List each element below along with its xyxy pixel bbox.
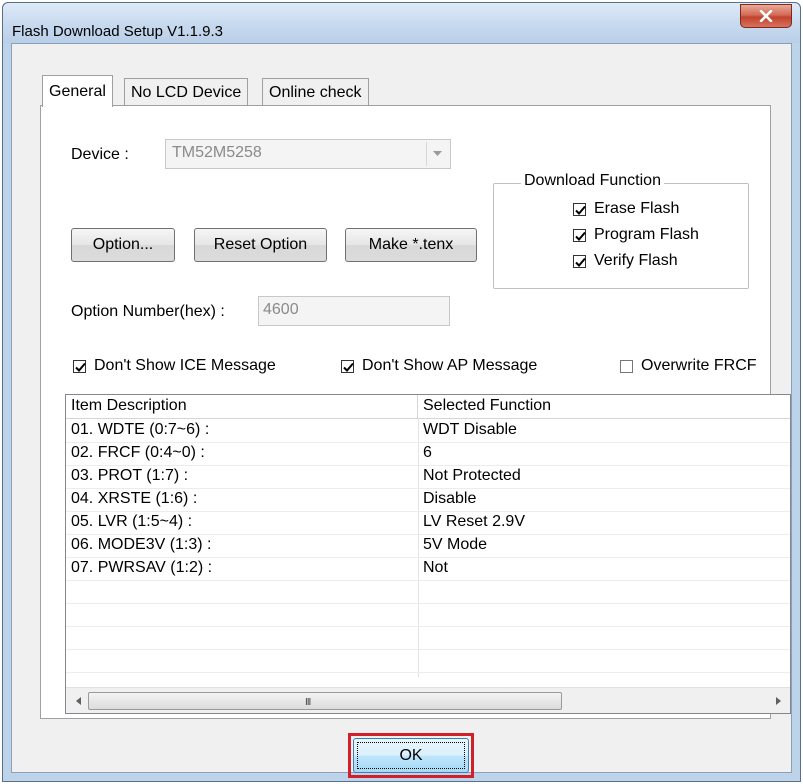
scroll-right-arrow-icon[interactable] [766,688,790,713]
dont-show-ap-checkbox[interactable]: Don't Show AP Message [341,357,537,375]
table-row[interactable]: 01. WDTE (0:7~6) : WDT Disable [66,419,790,443]
table-row[interactable]: 06. MODE3V (1:3) : 5V Mode [66,534,790,558]
dont-show-ice-checkbox[interactable]: Don't Show ICE Message [73,357,276,375]
selected-function-cell: Not Protected [423,467,521,484]
focus-rectangle [357,742,465,769]
scroll-left-arrow-icon[interactable] [66,688,90,713]
close-button[interactable] [740,4,792,28]
selected-function-cell: 6 [423,444,432,461]
selected-function-cell: WDT Disable [423,421,517,438]
item-description-cell: 06. MODE3V (1:3) : [71,536,212,553]
option-number-value: 4600 [263,301,299,318]
dialog-client-area: General No LCD Device Online check Devic… [11,43,792,773]
empty-table-row [66,626,790,650]
tab-general[interactable]: General [42,75,113,107]
device-select[interactable]: TM52M5258 [165,139,451,169]
program-flash-checkbox[interactable]: Program Flash [573,226,699,244]
close-icon [759,10,773,22]
flash-download-setup-window: Flash Download Setup V1.1.9.3 General No… [2,2,801,782]
verify-flash-checkbox[interactable]: Verify Flash [573,252,678,270]
title-bar[interactable]: Flash Download Setup V1.1.9.3 [3,3,800,43]
device-label: Device : [71,146,129,163]
table-row[interactable]: 02. FRCF (0:4~0) : 6 [66,442,790,466]
window-title: Flash Download Setup V1.1.9.3 [12,23,223,40]
option-button[interactable]: Option... [71,228,175,262]
verify-flash-label: Verify Flash [594,252,678,269]
checkmark-icon [341,359,354,373]
dropdown-arrow-icon[interactable] [426,142,448,166]
options-table[interactable]: Item Description Selected Function 01. W… [65,394,791,714]
grip-icon: III [305,697,311,708]
make-tenx-button[interactable]: Make *.tenx [345,228,477,262]
item-description-cell: 04. XRSTE (1:6) : [71,490,198,507]
option-number-label: Option Number(hex) : [71,303,225,320]
column-header-selected-function[interactable]: Selected Function [418,395,790,419]
overwrite-frcf-label: Overwrite FRCF [641,357,757,374]
tab-online-check[interactable]: Online check [262,78,369,106]
item-description-cell: 01. WDTE (0:7~6) : [71,421,210,438]
dont-show-ap-label: Don't Show AP Message [362,357,538,374]
checkmark-icon [573,254,586,268]
ok-button[interactable]: OK [353,738,469,773]
column-header-item-description[interactable]: Item Description [66,395,418,419]
empty-table-row [66,580,790,604]
option-number-field[interactable]: 4600 [258,296,450,326]
selected-function-cell: Disable [423,490,477,507]
selected-function-cell: Not [423,559,448,576]
checkmark-icon [573,202,586,216]
table-row[interactable]: 07. PWRSAV (1:2) : Not [66,557,790,581]
item-description-cell: 02. FRCF (0:4~0) : [71,444,205,461]
erase-flash-label: Erase Flash [594,200,680,217]
general-tab-panel: Device : TM52M5258 Option... Reset Optio… [40,105,791,719]
table-row[interactable]: 04. XRSTE (1:6) : Disable [66,488,790,512]
selected-function-cell: 5V Mode [423,536,488,553]
program-flash-label: Program Flash [594,226,699,243]
unchecked-box-icon [620,359,633,373]
checkmark-icon [73,359,86,373]
reset-option-button[interactable]: Reset Option [194,228,327,262]
table-row[interactable]: 03. PROT (1:7) : Not Protected [66,465,790,489]
selected-function-cell: LV Reset 2.9V [423,513,525,530]
horizontal-scrollbar[interactable]: III [66,687,790,713]
item-description-cell: 05. LVR (1:5~4) : [71,513,193,530]
item-description-cell: 07. PWRSAV (1:2) : [71,559,213,576]
device-value: TM52M5258 [172,144,262,161]
checkmark-icon [573,228,586,242]
tab-no-lcd-device[interactable]: No LCD Device [124,78,249,106]
empty-table-row [66,649,790,673]
scrollbar-thumb[interactable]: III [88,692,562,710]
dont-show-ice-label: Don't Show ICE Message [94,357,276,374]
erase-flash-checkbox[interactable]: Erase Flash [573,200,679,218]
table-header: Item Description Selected Function [66,395,790,419]
item-description-cell: 03. PROT (1:7) : [71,467,189,484]
table-row[interactable]: 05. LVR (1:5~4) : LV Reset 2.9V [66,511,790,535]
empty-table-row [66,603,790,627]
download-function-title: Download Function [521,172,664,190]
overwrite-frcf-checkbox[interactable]: Overwrite FRCF [620,357,757,375]
